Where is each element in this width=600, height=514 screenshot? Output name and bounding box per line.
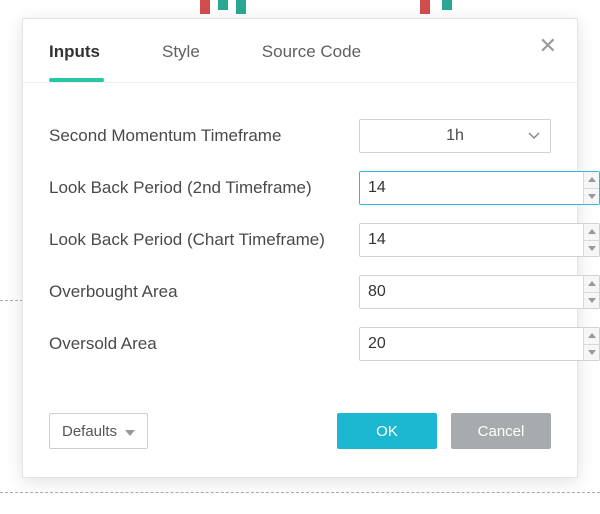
ok-button[interactable]: OK — [337, 413, 437, 449]
chevron-down-icon — [528, 132, 540, 140]
input-overbought[interactable] — [360, 276, 583, 308]
settings-modal: Inputs Style Source Code ✕ Second Moment… — [22, 18, 578, 478]
tab-inputs[interactable]: Inputs — [49, 22, 100, 80]
input-oversold[interactable] — [360, 328, 583, 360]
candle — [420, 0, 430, 14]
input-lookback-2nd-wrap — [359, 171, 600, 205]
label-lookback-2nd: Look Back Period (2nd Timeframe) — [49, 178, 359, 198]
tab-style[interactable]: Style — [162, 22, 200, 80]
spinner — [583, 328, 599, 360]
modal-footer: Defaults OK Cancel — [23, 413, 577, 477]
candle — [236, 0, 246, 14]
label-lookback-chart: Look Back Period (Chart Timeframe) — [49, 230, 359, 250]
chevron-down-icon — [125, 423, 135, 440]
cancel-button[interactable]: Cancel — [451, 413, 551, 449]
modal-body: Second Momentum Timeframe 1h Look Back P… — [23, 83, 577, 413]
row-overbought: Overbought Area — [49, 275, 551, 309]
step-down-icon[interactable] — [584, 345, 599, 361]
step-up-icon[interactable] — [584, 276, 599, 293]
label-overbought: Overbought Area — [49, 282, 359, 302]
select-value: 1h — [446, 127, 464, 145]
input-lookback-chart[interactable] — [360, 224, 583, 256]
row-second-timeframe: Second Momentum Timeframe 1h — [49, 119, 551, 153]
row-oversold: Oversold Area — [49, 327, 551, 361]
spinner — [583, 276, 599, 308]
candle — [200, 0, 210, 14]
input-oversold-wrap — [359, 327, 600, 361]
tab-bar: Inputs Style Source Code ✕ — [23, 19, 577, 83]
row-lookback-2nd: Look Back Period (2nd Timeframe) — [49, 171, 551, 205]
step-up-icon[interactable] — [584, 328, 599, 345]
step-up-icon[interactable] — [584, 224, 599, 241]
step-down-icon[interactable] — [584, 241, 599, 257]
select-second-timeframe[interactable]: 1h — [359, 119, 551, 153]
defaults-button[interactable]: Defaults — [49, 413, 148, 449]
close-icon[interactable]: ✕ — [539, 35, 557, 57]
spinner — [583, 172, 599, 204]
input-lookback-2nd[interactable] — [360, 172, 583, 204]
spinner — [583, 224, 599, 256]
defaults-label: Defaults — [62, 423, 117, 440]
step-up-icon[interactable] — [584, 172, 599, 189]
row-lookback-chart: Look Back Period (Chart Timeframe) — [49, 223, 551, 257]
step-down-icon[interactable] — [584, 189, 599, 205]
input-lookback-chart-wrap — [359, 223, 600, 257]
label-oversold: Oversold Area — [49, 334, 359, 354]
label-second-timeframe: Second Momentum Timeframe — [49, 126, 359, 146]
input-overbought-wrap — [359, 275, 600, 309]
candle — [218, 0, 228, 10]
step-down-icon[interactable] — [584, 293, 599, 309]
candle — [442, 0, 452, 10]
tab-source-code[interactable]: Source Code — [262, 22, 361, 80]
